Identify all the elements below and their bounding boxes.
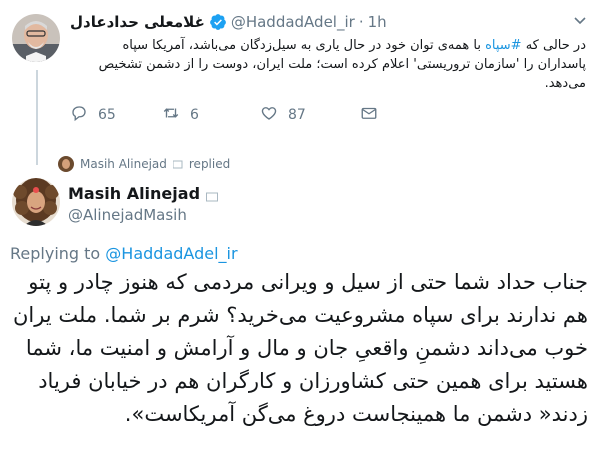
masih-avatar[interactable]: [12, 178, 60, 226]
haddad-avatar[interactable]: [12, 14, 60, 62]
replied-indicator: Masih Alinejad replied: [58, 156, 230, 172]
dot-separator: ·: [358, 13, 364, 31]
original-handle[interactable]: @HaddadAdel_ir: [231, 13, 355, 31]
heart-icon[interactable]: [260, 104, 278, 126]
reply-author-handle[interactable]: @AlinejadMasih: [68, 206, 187, 224]
reply-author-name[interactable]: Masih Alinejad: [68, 184, 200, 203]
like-action[interactable]: 87: [260, 104, 306, 126]
replying-to-label: Replying to: [10, 244, 101, 263]
thread-connector-line: [36, 70, 38, 165]
reply-icon[interactable]: [70, 104, 88, 126]
retweet-icon[interactable]: [162, 104, 180, 126]
hashtag-link[interactable]: #سپاه: [485, 38, 521, 53]
dm-action[interactable]: [360, 104, 378, 126]
replied-label: replied: [188, 157, 231, 171]
reply-count: 65: [98, 107, 116, 123]
tweet-actions-bar: 65 6 87: [70, 104, 550, 124]
tweet-time[interactable]: 1h: [368, 13, 387, 31]
replying-to-handle-link[interactable]: @HaddadAdel_ir: [105, 244, 237, 263]
original-tweet-header: غلامعلی حدادعادل @HaddadAdel_ir · 1h: [70, 12, 387, 32]
chevron-down-icon[interactable]: [574, 14, 586, 28]
replied-indicator-name[interactable]: Masih Alinejad: [80, 157, 167, 171]
reply-action[interactable]: 65: [70, 104, 116, 126]
reply-tweet-text: جناب حداد شما حتی از سیل و ویرانی مردمی …: [12, 270, 588, 426]
original-author-name[interactable]: غلامعلی حدادعادل: [70, 13, 205, 31]
retweet-action[interactable]: 6: [162, 104, 199, 126]
retweet-count: 6: [190, 107, 199, 123]
replying-to: Replying to @HaddadAdel_ir: [10, 244, 238, 263]
original-tweet-text: در حالی که #سپاه با همه‌ی توان خود در حا…: [70, 36, 586, 93]
masih-mini-avatar: [58, 156, 74, 172]
reply-author-row: Masih Alinejad: [68, 184, 219, 203]
tweet-text-part: در حالی که: [521, 38, 586, 53]
flag-icon: [206, 189, 219, 201]
flag-icon: [172, 159, 183, 169]
envelope-icon[interactable]: [360, 104, 378, 126]
verified-badge-icon: [209, 13, 227, 31]
like-count: 87: [288, 107, 306, 123]
